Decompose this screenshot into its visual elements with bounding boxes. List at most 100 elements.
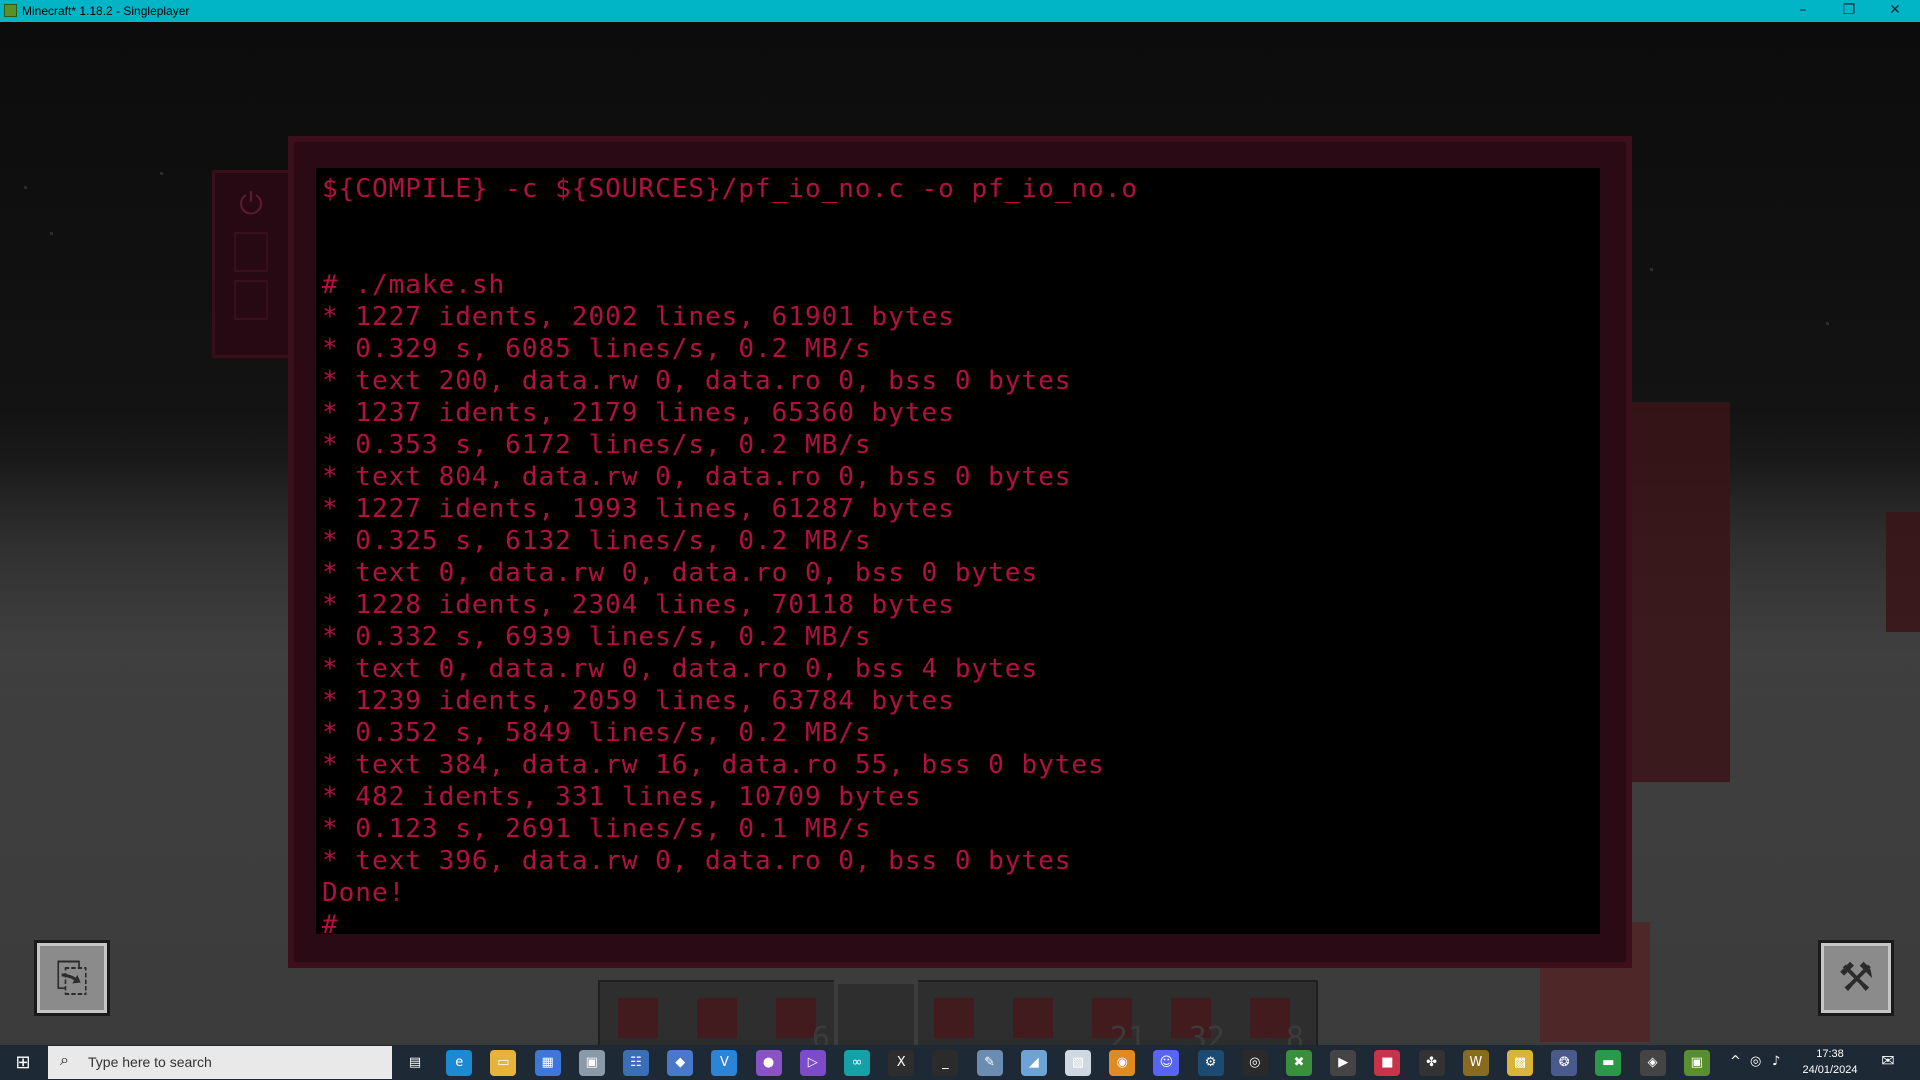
hotbar-slot[interactable]: 21 (1076, 984, 1150, 1045)
hotbar-item (1250, 998, 1290, 1038)
hotbar-slot[interactable] (918, 984, 992, 1045)
app-leaf-icon[interactable]: ◢ (1020, 1050, 1047, 1076)
terminal-line: * text 0, data.rw 0, data.ro 0, bss 0 by… (322, 558, 1039, 588)
unity-icon[interactable]: ◈ (1639, 1050, 1666, 1076)
hotbar-item-count: 8 (1285, 1021, 1304, 1045)
terminal-line: * 0.123 s, 2691 lines/s, 0.1 MB/s (322, 814, 872, 844)
side-slot[interactable] (234, 280, 268, 320)
search-icon: ⌕ (60, 1052, 69, 1069)
redstone-block (1630, 402, 1730, 782)
minecraft-icon (4, 4, 17, 17)
app-doc-icon[interactable]: ▧ (1065, 1050, 1091, 1076)
book-icon[interactable]: ⎘ (34, 940, 110, 1016)
terminal-line: * text 200, data.rw 0, data.ro 0, bss 0 … (322, 366, 1072, 396)
terminal-line: * text 0, data.rw 0, data.ro 0, bss 4 by… (322, 654, 1039, 684)
clock-time: 17:38 (1816, 1048, 1844, 1060)
terminal-screen[interactable]: ${COMPILE} -c ${SOURCES}/pf_io_no.c -o p… (316, 168, 1600, 940)
hotbar-item (934, 998, 974, 1038)
window-title: Minecraft* 1.18.2 - Singleplayer (22, 4, 190, 18)
hotbar-slot[interactable]: 32 (1155, 984, 1229, 1045)
hotbar-item-count: 6 (811, 1021, 830, 1045)
terminal-line: Done! (322, 878, 406, 908)
hotbar-item-count: 32 (1188, 1021, 1225, 1045)
file-explorer-icon[interactable]: ▭ (490, 1050, 517, 1076)
app-yellow-icon[interactable]: ▩ (1507, 1050, 1533, 1076)
clock-date: 24/01/2024 (1802, 1064, 1858, 1076)
hotbar-item (1013, 998, 1053, 1038)
obs-icon[interactable]: ◎ (1241, 1050, 1268, 1076)
star (1650, 268, 1653, 271)
visual-studio-icon[interactable]: ▷ (799, 1050, 826, 1076)
app-tool-icon[interactable]: ▶ (1330, 1050, 1357, 1076)
hotbar-selection-frame (834, 980, 918, 1045)
tray-overflow-icon[interactable]: ^ (1730, 1054, 1741, 1069)
redstone-block (1886, 512, 1920, 632)
maximize-button[interactable]: ❐ (1826, 0, 1872, 22)
computer-side-panel: ⏻ (212, 170, 292, 358)
hotbar-slot[interactable] (681, 984, 755, 1045)
hotbar-slot[interactable]: 6 (760, 984, 834, 1045)
app-gray-icon[interactable]: ▣ (578, 1050, 605, 1076)
terminal-line: # (322, 910, 339, 940)
blender-icon[interactable]: ◉ (1109, 1050, 1136, 1076)
taskbar-search-box[interactable]: ⌕ Type here to search (48, 1046, 392, 1079)
terminal-line: * 1227 idents, 2002 lines, 61901 bytes (322, 302, 955, 332)
xbox-icon[interactable]: ✖ (1286, 1050, 1312, 1076)
app-blue-icon[interactable]: ◆ (667, 1050, 694, 1076)
hotbar-slot[interactable] (602, 984, 676, 1045)
terminal-line: * 1228 idents, 2304 lines, 70118 bytes (322, 590, 955, 620)
app-fly-icon[interactable]: ✤ (1418, 1050, 1445, 1076)
hotbar-slot[interactable] (997, 984, 1071, 1045)
network-icon[interactable]: ◎ (1750, 1054, 1761, 1069)
close-button[interactable]: ✕ (1872, 0, 1918, 22)
hotbar: 6 21 32 8 (598, 980, 1318, 1045)
task-view-icon[interactable]: ▤ (402, 1050, 428, 1076)
terminal-line: * 0.352 s, 5849 lines/s, 0.2 MB/s (322, 718, 872, 748)
chat-icon[interactable]: ▬ (1595, 1050, 1622, 1076)
terminal-line: * 0.325 s, 6132 lines/s, 0.2 MB/s (322, 526, 872, 556)
discord-icon[interactable]: ☺ (1153, 1050, 1180, 1076)
github-icon[interactable]: ● (755, 1050, 782, 1076)
arduino-icon[interactable]: ∞ (844, 1050, 870, 1076)
warcraft-icon[interactable]: W (1462, 1050, 1489, 1076)
app-red-icon[interactable]: ■ (1374, 1050, 1401, 1076)
app-brush-icon[interactable]: ✎ (976, 1050, 1003, 1076)
minimize-button[interactable]: – (1780, 0, 1826, 22)
terminal-line: * 1227 idents, 1993 lines, 61287 bytes (322, 494, 955, 524)
taskbar: ⊞ ⌕ Type here to search ▤ e ▭ ▦ ▣ ☷ ◆ V ● ▷ ∞ X _ ✎ ◢ ▧… (0, 1045, 1920, 1080)
terminal-icon[interactable]: _ (932, 1050, 959, 1076)
terminal-line: * text 384, data.rw 16, data.ro 55, bss … (322, 750, 1105, 780)
vscode-like-icon[interactable]: V (711, 1050, 738, 1076)
notification-icon[interactable]: ✉ (1876, 1051, 1900, 1073)
taskbar-clock[interactable]: 17:38 24/01/2024 (1790, 1046, 1870, 1078)
app-x-icon[interactable]: X (888, 1050, 915, 1076)
star (24, 186, 27, 189)
terminal-line: * 1237 idents, 2179 lines, 65360 bytes (322, 398, 955, 428)
hotbar-slot[interactable]: 8 (1234, 984, 1308, 1045)
app-colorful-icon[interactable]: ❂ (1551, 1050, 1578, 1076)
volume-icon[interactable]: ♪ (1772, 1054, 1780, 1069)
minecraft-icon[interactable]: ▣ (1683, 1050, 1710, 1076)
terminal-line: * text 396, data.rw 0, data.ro 0, bss 0 … (322, 846, 1072, 876)
wrench-icon[interactable]: ⚒ (1818, 940, 1894, 1016)
power-icon[interactable]: ⏻ (234, 188, 268, 222)
terminal-line: * 1239 idents, 2059 lines, 63784 bytes (322, 686, 955, 716)
terminal-line: * text 804, data.rw 0, data.ro 0, bss 0 … (322, 462, 1072, 492)
star (50, 232, 53, 235)
edge-icon[interactable]: e (446, 1050, 473, 1076)
window-title-bar: Minecraft* 1.18.2 - Singleplayer – ❐ ✕ (0, 0, 1920, 22)
hotbar-item (697, 998, 737, 1038)
game-viewport[interactable]: ⏻ ${COMPILE} -c ${SOURCES}/pf_io_no.c -o… (0, 22, 1920, 1045)
terminal-line: # ./make.sh (322, 270, 506, 300)
terminal-line: * 0.353 s, 6172 lines/s, 0.2 MB/s (322, 430, 872, 460)
network-tool-icon[interactable]: ☷ (623, 1050, 649, 1076)
windows-start-icon[interactable]: ⊞ (0, 1045, 46, 1080)
steam-icon[interactable]: ⚙ (1197, 1050, 1224, 1076)
hotbar-item-count: 21 (1109, 1021, 1146, 1045)
search-placeholder: Type here to search (88, 1054, 212, 1070)
star (1826, 322, 1829, 325)
store-icon[interactable]: ▦ (534, 1050, 561, 1076)
side-slot[interactable] (234, 232, 268, 272)
terminal-line: * 0.329 s, 6085 lines/s, 0.2 MB/s (322, 334, 872, 364)
star (160, 172, 163, 175)
